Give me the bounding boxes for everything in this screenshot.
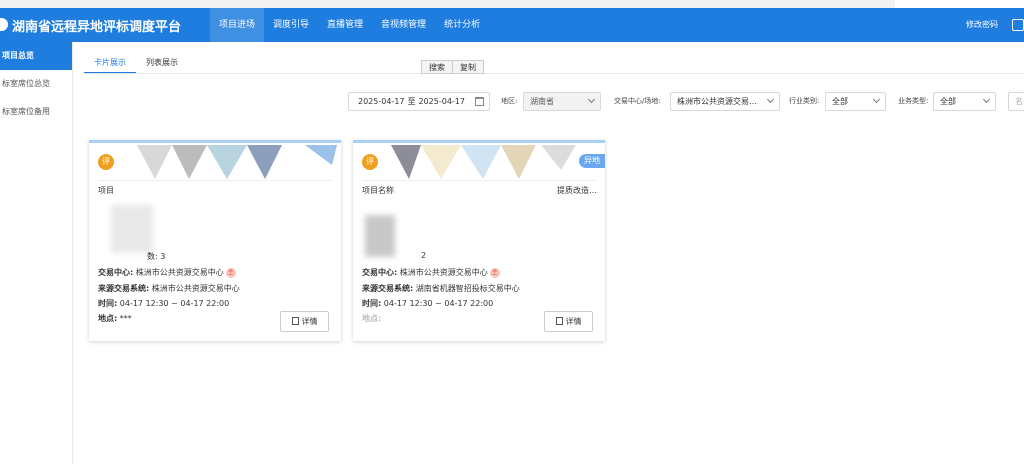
business-label: 业务类型: — [898, 97, 929, 105]
region-value: 湖南省 — [530, 97, 554, 106]
eval-badge: 评 — [98, 154, 114, 170]
region-label: 地区: — [501, 97, 518, 105]
chevron-down-icon — [766, 95, 775, 104]
document-icon — [291, 317, 299, 325]
eval-badge: 评 — [362, 154, 378, 170]
nav-dispatch-guide[interactable]: 调度引导 — [264, 8, 318, 42]
nav-statistics[interactable]: 统计分析 — [435, 8, 489, 42]
business-select[interactable]: 全部 — [933, 92, 996, 111]
redacted-title-mask — [391, 145, 576, 179]
nav-project-entry[interactable]: 项目进场 — [210, 8, 265, 42]
name-search-input[interactable]: 名 — [1008, 92, 1024, 111]
card-divider — [362, 180, 596, 181]
nav-live-management[interactable]: 直播管理 — [318, 8, 372, 42]
date-separator: 至 — [407, 97, 416, 106]
sidebar-item-seat-overview[interactable]: 标室席位总览 — [0, 70, 72, 98]
time-row: 时间: 04-17 12:30 ~ 04-17 22:00 — [362, 298, 493, 309]
time-row-label: 时间: — [98, 299, 118, 308]
place-row-label: 地点: — [362, 314, 382, 323]
place-row-label: 地点: — [98, 314, 118, 323]
view-tabs: 卡片展示 列表展示 — [84, 57, 188, 74]
date-start: 2025-04-17 — [358, 97, 405, 106]
tab-divider — [84, 73, 1024, 74]
project-title: 项目 — [98, 186, 114, 195]
tab-card-view[interactable]: 卡片展示 — [84, 57, 136, 74]
source-row-value: 湖南省机器智招投标交易中心 — [415, 284, 520, 293]
date-end: 2025-04-17 — [418, 97, 466, 106]
center-row: 交易中心: 株洲市公共资源交易中心主 — [362, 267, 500, 278]
place-row: 地点: — [362, 313, 381, 324]
source-row-label: 来源交易系统: — [362, 284, 414, 293]
sidebar-item-project-overview[interactable]: 项目总览 — [0, 42, 72, 70]
search-button[interactable]: 搜索 — [421, 60, 453, 74]
time-row-value: 04-17 12:30 ~ 04-17 22:00 — [383, 299, 494, 308]
redacted-block — [365, 215, 395, 257]
redacted-title-mask — [137, 145, 337, 179]
center-row-label: 交易中心: — [98, 268, 134, 277]
center-select[interactable]: 株洲市公共资源交易… — [670, 92, 780, 111]
center-row-value: 株洲市公共资源交易中心 — [399, 268, 488, 277]
place-row: 地点: *** — [98, 313, 132, 324]
count-text: 数: 3 — [147, 252, 166, 261]
detail-label: 详情 — [565, 317, 582, 326]
detail-button[interactable]: 详情 — [280, 311, 329, 332]
detail-button[interactable]: 详情 — [544, 311, 593, 332]
industry-label: 行业类别: — [789, 97, 820, 105]
main-content: 卡片展示 列表展示 搜索 复制 2025-04-17 至 2025-04-17 地区… — [74, 42, 1024, 464]
chevron-down-icon — [982, 95, 991, 104]
document-icon — [555, 317, 563, 325]
source-row: 来源交易系统: 湖南省机器智招投标交易中心 — [362, 283, 520, 294]
detail-label: 详情 — [301, 317, 318, 326]
main-tag: 主 — [489, 267, 500, 278]
center-row-label: 交易中心: — [362, 268, 398, 277]
time-row-label: 时间: — [362, 299, 382, 308]
time-row-value: 04-17 12:30 ~ 04-17 22:00 — [119, 299, 230, 308]
action-buttons: 搜索 复制 — [421, 60, 484, 74]
main-tag: 主 — [225, 267, 236, 278]
project-title: 项目名称 — [362, 186, 394, 195]
sidebar: 项目总览 标室席位总览 标室席位备用 — [0, 42, 73, 464]
region-select[interactable]: 湖南省 — [523, 92, 601, 111]
card-divider — [98, 180, 332, 181]
place-row-value: *** — [119, 314, 132, 323]
date-range-picker[interactable]: 2025-04-17 至 2025-04-17 — [348, 92, 490, 111]
main-nav: 项目进场 调度引导 直播管理 音视频管理 统计分析 — [210, 8, 489, 42]
count-text: 2 — [421, 251, 427, 260]
copy-button[interactable]: 复制 — [453, 60, 484, 74]
center-row-value: 株洲市公共资源交易中心 — [135, 268, 224, 277]
logo-icon — [0, 18, 8, 31]
center-label: 交易中心/场地: — [614, 97, 661, 105]
calendar-icon — [475, 97, 484, 106]
chevron-down-icon — [872, 95, 881, 104]
browser-top-strip — [0, 0, 1024, 8]
industry-value: 全部 — [832, 97, 848, 106]
project-card: 评 异地 项目名称 提质改造… 2 交易中心: 株洲市公共资源交易中心主 来源交… — [353, 140, 605, 341]
app-header: 湖南省远程异地评标调度平台 项目进场 调度引导 直播管理 音视频管理 统计分析 … — [0, 8, 1024, 42]
business-value: 全部 — [940, 97, 956, 106]
sidebar-item-seat-backup[interactable]: 标室席位备用 — [0, 98, 72, 126]
center-value: 株洲市公共资源交易… — [677, 97, 757, 106]
center-row: 交易中心: 株洲市公共资源交易中心主 — [98, 267, 236, 278]
source-row-value: 株洲市公共资源交易中心 — [151, 284, 240, 293]
tab-list-view[interactable]: 列表展示 — [136, 57, 188, 74]
industry-select[interactable]: 全部 — [825, 92, 886, 111]
source-row: 来源交易系统: 株洲市公共资源交易中心 — [98, 283, 240, 294]
source-row-label: 来源交易系统: — [98, 284, 150, 293]
project-title-tail: 提质改造… — [557, 186, 597, 195]
project-card: 评 项目 数: 3 交易中心: 株洲市公共资源交易中心主 来源交易系统: 株洲市… — [89, 140, 341, 341]
chevron-down-icon — [587, 95, 596, 104]
change-password-link[interactable]: 修改密码 — [966, 8, 998, 42]
nav-av-management[interactable]: 音视频管理 — [372, 8, 435, 42]
app-title: 湖南省远程异地评标调度平台 — [12, 20, 182, 35]
redacted-block — [111, 205, 153, 253]
time-row: 时间: 04-17 12:30 ~ 04-17 22:00 — [98, 298, 229, 309]
user-icon[interactable] — [1012, 19, 1024, 31]
